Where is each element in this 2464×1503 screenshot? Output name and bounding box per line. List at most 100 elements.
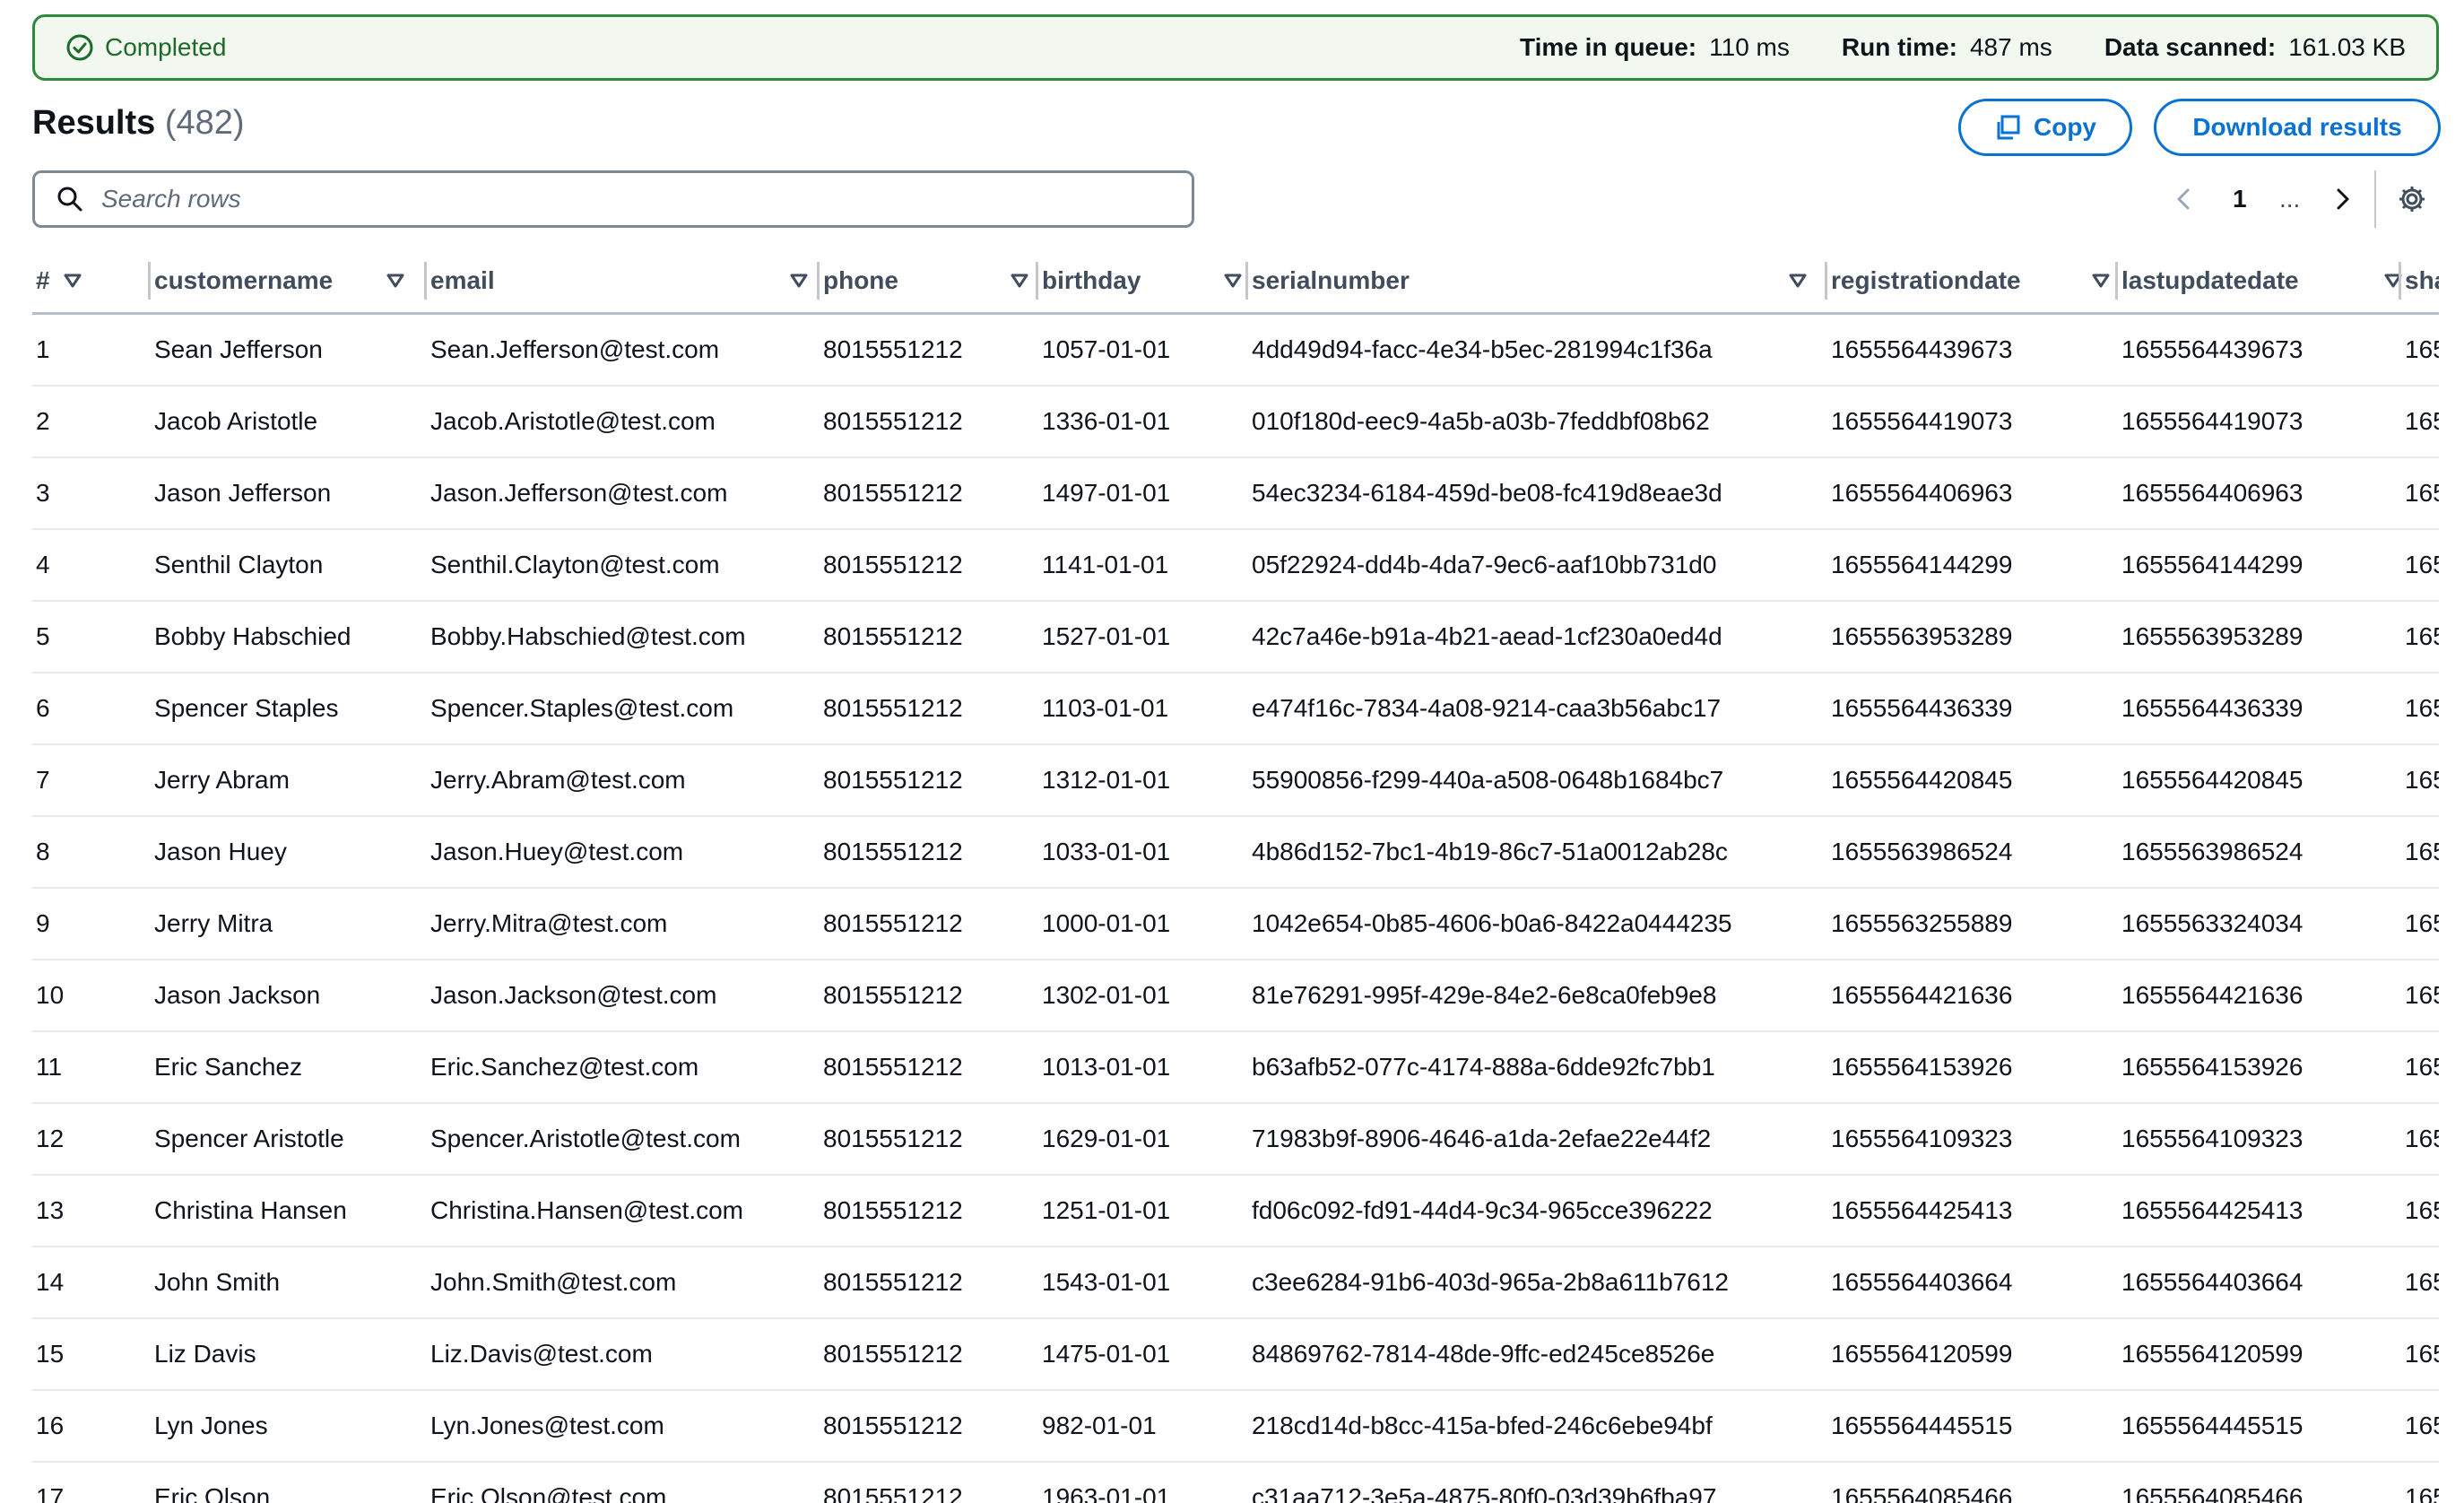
filter-caret-icon[interactable] [1010,273,1029,289]
column-header-email[interactable]: email [427,249,820,315]
previous-page-button[interactable] [2172,178,2197,221]
cell-birthday: 1057-01-01 [1038,313,1248,387]
column-header-phone[interactable]: phone [820,249,1038,315]
table-row: 15 Liz Davis Liz.Davis@test.com 8015551212 1… [32,1318,2439,1391]
table-row: 17 Eric Olson Eric.Olson@test.com 801555121… [32,1462,2439,1503]
cell-index: 13 [32,1175,151,1247]
metric-data-scanned: Data scanned: 161.03 KB [2104,33,2406,62]
column-header-lastupdatedate[interactable]: lastupdatedate [2118,249,2402,315]
column-header-label: # [36,266,50,294]
table-row: 16 Lyn Jones Lyn.Jones@test.com 8015551212 9… [32,1390,2439,1463]
cell-lastupdatedate: 1655563986524 [2118,816,2401,889]
cell-shar: 165 [2401,673,2439,745]
column-header-label: birthday [1042,266,1141,294]
metric-key: Run time: [1841,33,1957,61]
cell-birthday: 1527-01-01 [1038,601,1248,673]
filter-caret-icon[interactable] [1223,273,1243,289]
cell-email: Jerry.Mitra@test.com [427,888,820,960]
cell-email: John.Smith@test.com [427,1247,820,1319]
filter-caret-icon[interactable] [1788,273,1808,289]
status-label: Completed [105,33,227,61]
cell-customername: Christina Hansen [151,1175,427,1247]
column-header-serialnumber[interactable]: serialnumber [1248,249,1827,315]
column-header-label: registrationdate [1831,266,2021,294]
cell-birthday: 1963-01-01 [1038,1462,1248,1503]
cell-customername: Jacob Aristotle [151,386,427,458]
metric-key: Time in queue: [1520,33,1697,61]
check-circle-icon [66,34,93,61]
metric-time-in-queue: Time in queue: 110 ms [1520,33,1790,62]
cell-customername: Jason Jackson [151,960,427,1032]
cell-email: Eric.Sanchez@test.com [427,1031,820,1104]
table-row: 6 Spencer Staples Spencer.Staples@test.com… [32,673,2439,745]
cell-email: Spencer.Aristotle@test.com [427,1103,820,1176]
cell-lastupdatedate: 1655563953289 [2118,601,2401,673]
cell-serialnumber: 1042e654-0b85-4606-b0a6-8422a0444235 [1248,888,1827,960]
column-header-customername[interactable]: customername [151,249,427,315]
column-header-registrationdate[interactable]: registrationdate [1827,249,2118,315]
table-settings-button[interactable] [2396,178,2428,221]
cell-registrationdate: 1655564439673 [1827,313,2118,387]
cell-lastupdatedate: 1655564420845 [2118,744,2401,817]
cell-lastupdatedate: 1655564406963 [2118,457,2401,530]
cell-index: 12 [32,1103,151,1176]
search-input[interactable] [100,184,1134,214]
cell-phone: 8015551212 [820,960,1038,1032]
cell-registrationdate: 1655563953289 [1827,601,2118,673]
results-count: (482) [164,104,245,142]
cell-registrationdate: 1655564419073 [1827,386,2118,458]
cell-shar: 165 [2401,888,2439,960]
cell-shar: 165 [2401,1462,2439,1503]
cell-customername: Jerry Abram [151,744,427,817]
cell-customername: Sean Jefferson [151,313,427,387]
cell-birthday: 1312-01-01 [1038,744,1248,817]
cell-birthday: 982-01-01 [1038,1390,1248,1463]
cell-email: Liz.Davis@test.com [427,1318,820,1391]
column-header-index[interactable]: # [32,249,151,315]
page-number-current[interactable]: 1 [2233,178,2247,221]
column-header-shar[interactable]: shar [2401,249,2439,315]
cell-lastupdatedate: 1655564445515 [2118,1390,2401,1463]
cell-lastupdatedate: 1655563324034 [2118,888,2401,960]
cell-email: Jerry.Abram@test.com [427,744,820,817]
download-results-button[interactable]: Download results [2154,99,2441,156]
copy-button[interactable]: Copy [1958,99,2132,156]
filter-caret-icon[interactable] [386,273,405,289]
cell-phone: 8015551212 [820,673,1038,745]
filter-caret-icon[interactable] [2091,273,2111,289]
filter-caret-icon[interactable] [789,273,809,289]
cell-registrationdate: 1655564109323 [1827,1103,2118,1176]
status-indicator: Completed [65,33,226,62]
cell-registrationdate: 1655564406963 [1827,457,2118,530]
cell-registrationdate: 1655564085466 [1827,1462,2118,1503]
cell-email: Sean.Jefferson@test.com [427,313,820,387]
next-page-button[interactable] [2330,178,2355,221]
cell-serialnumber: 42c7a46e-b91a-4b21-aead-1cf230a0ed4d [1248,601,1827,673]
cell-lastupdatedate: 1655564419073 [2118,386,2401,458]
cell-phone: 8015551212 [820,601,1038,673]
cell-birthday: 1475-01-01 [1038,1318,1248,1391]
results-table-container[interactable]: # customername email phone birthday serialnum… [32,249,2439,1503]
cell-shar: 165 [2401,1247,2439,1319]
cell-phone: 8015551212 [820,1031,1038,1104]
cell-birthday: 1103-01-01 [1038,673,1248,745]
cell-registrationdate: 1655564436339 [1827,673,2118,745]
cell-customername: Lyn Jones [151,1390,427,1463]
table-row: 5 Bobby Habschied Bobby.Habschied@test.com… [32,601,2439,673]
cell-registrationdate: 1655563255889 [1827,888,2118,960]
cell-serialnumber: c3ee6284-91b6-403d-965a-2b8a611b7612 [1248,1247,1827,1319]
cell-customername: Bobby Habschied [151,601,427,673]
chevron-right-icon [2337,188,2349,210]
cell-shar: 165 [2401,744,2439,817]
column-header-birthday[interactable]: birthday [1038,249,1248,315]
table-row: 8 Jason Huey Jason.Huey@test.com 8015551212… [32,816,2439,889]
filter-caret-icon[interactable] [63,273,82,289]
cell-customername: Spencer Staples [151,673,427,745]
chevron-left-icon [2177,188,2190,210]
cell-registrationdate: 1655564120599 [1827,1318,2118,1391]
cell-birthday: 1497-01-01 [1038,457,1248,530]
cell-registrationdate: 1655564421636 [1827,960,2118,1032]
cell-email: Jason.Jackson@test.com [427,960,820,1032]
cell-serialnumber: 54ec3234-6184-459d-be08-fc419d8eae3d [1248,457,1827,530]
cell-serialnumber: 05f22924-dd4b-4da7-9ec6-aaf10bb731d0 [1248,529,1827,602]
